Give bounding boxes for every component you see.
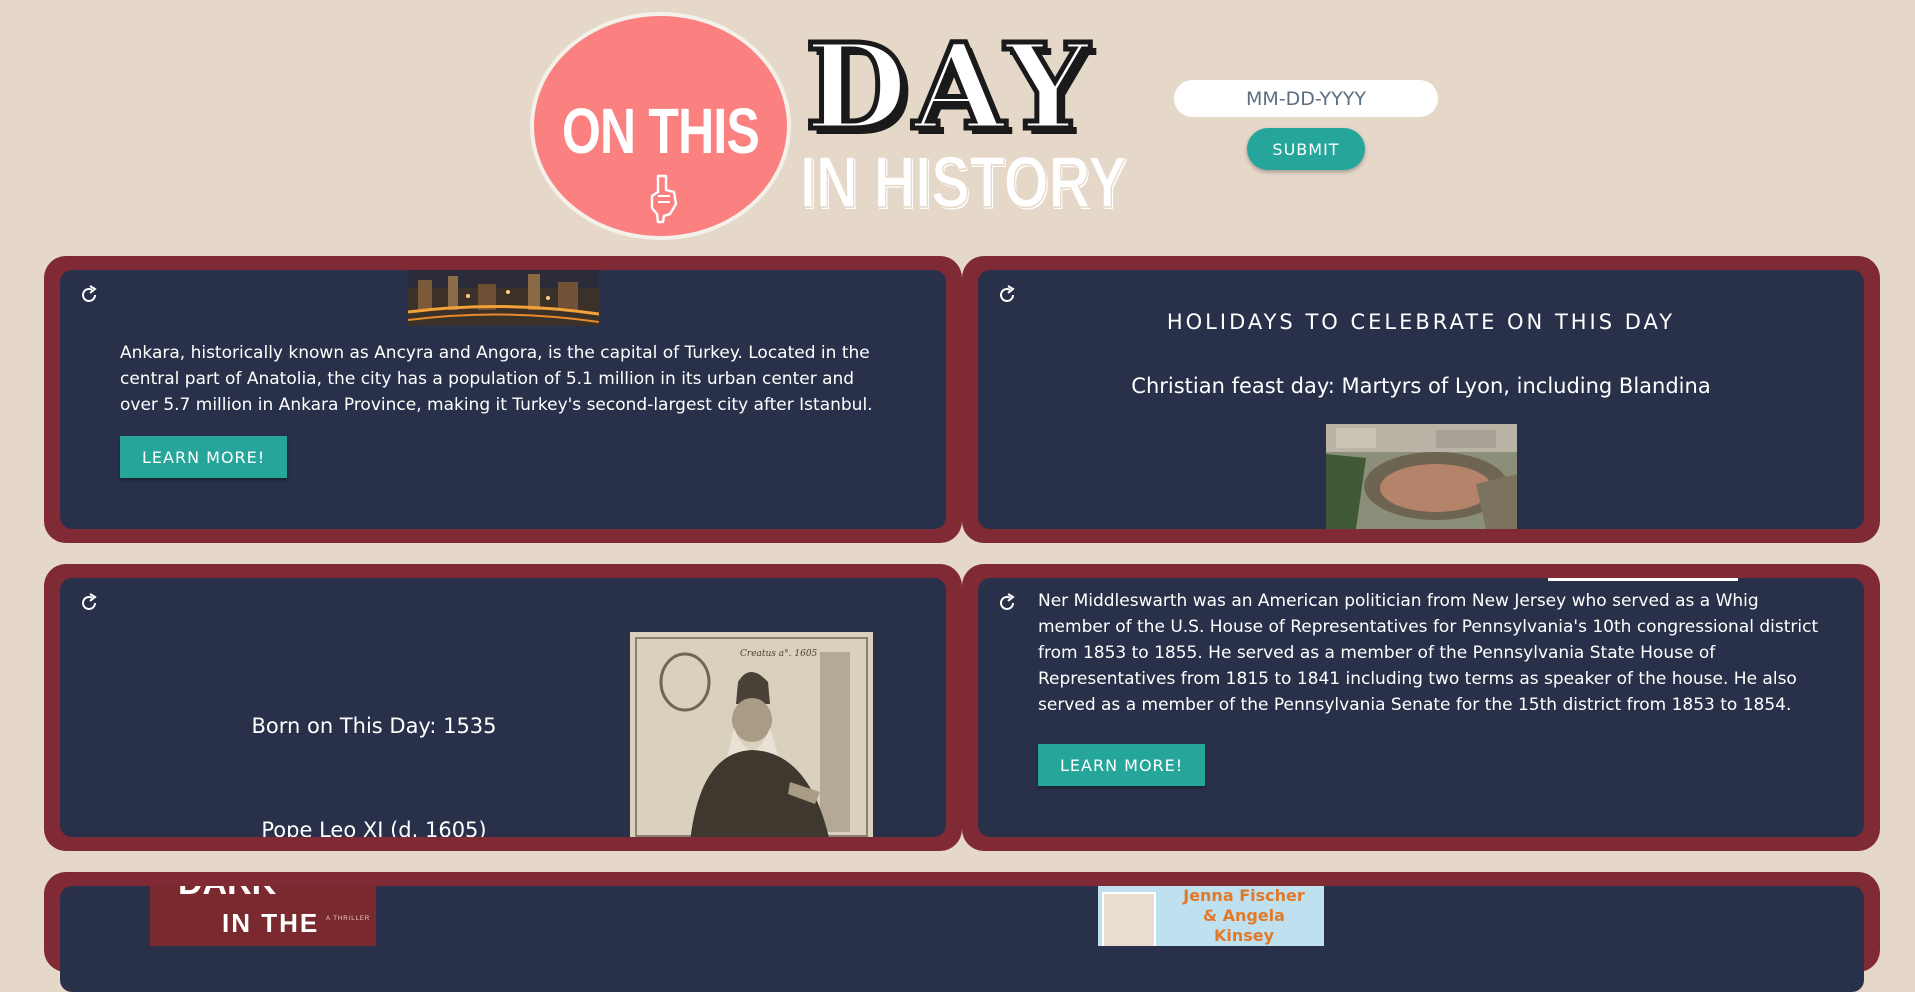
pope-portrait-image: Creatus a°. 1605 <box>630 632 873 837</box>
born-card: Born on This Day: 1535 Pope Leo XI (d. 1… <box>44 564 962 851</box>
logo-day-text: DAY <box>802 17 1096 156</box>
book1-tag: A THRILLER <box>326 916 371 922</box>
place-card: Ankara, historically known as Ancyra and… <box>44 256 962 543</box>
person-description: Ner Middleswarth was an American politic… <box>1038 591 1819 715</box>
person-card: Ner Middleswarth was an American politic… <box>962 564 1880 851</box>
book-cover-2: Jenna Fischer & Angela Kinsey <box>1098 886 1324 946</box>
book1-title-top: DARK <box>178 886 276 903</box>
date-input[interactable] <box>1174 80 1438 117</box>
place-description: Ankara, historically known as Ancyra and… <box>120 343 873 415</box>
logo-circle: ON THIS <box>530 12 791 240</box>
refresh-icon[interactable] <box>996 284 1018 306</box>
logo-in-history-text: IN HISTORY <box>799 142 1127 224</box>
place-card-body: Ankara, historically known as Ancyra and… <box>60 270 946 529</box>
holidays-heading: HOLIDAYS TO CELEBRATE ON THIS DAY <box>1166 310 1676 334</box>
born-person-name: Pope Leo XI (d. 1605) <box>261 818 487 837</box>
person-card-body: Ner Middleswarth was an American politic… <box>978 578 1864 837</box>
refresh-icon[interactable] <box>996 592 1018 614</box>
place-learn-more-button[interactable]: LEARN MORE! <box>120 436 288 478</box>
pointing-hand-icon <box>650 174 678 224</box>
lyon-amphitheatre-image <box>1326 424 1517 529</box>
logo-on-this-text: ON THIS <box>562 95 760 167</box>
refresh-icon[interactable] <box>78 592 100 614</box>
holiday-item: Christian feast day: Martyrs of Lyon, in… <box>1131 374 1711 398</box>
books-card: DARK IN THE A THRILLER Jenna Fischer & A… <box>44 872 1880 992</box>
born-card-body: Born on This Day: 1535 Pope Leo XI (d. 1… <box>60 578 946 837</box>
refresh-icon[interactable] <box>78 284 100 306</box>
books-card-body: DARK IN THE A THRILLER Jenna Fischer & A… <box>60 886 1864 992</box>
book-cover-1: DARK IN THE A THRILLER <box>150 886 376 946</box>
born-title: Born on This Day: 1535 <box>251 714 497 738</box>
submit-button[interactable]: SUBMIT <box>1247 128 1365 170</box>
book2-photo <box>1102 892 1156 946</box>
ankara-city-image <box>408 270 599 326</box>
book1-title-bottom: IN THE <box>222 908 320 938</box>
svg-text:Creatus a°. 1605: Creatus a°. 1605 <box>740 649 818 659</box>
holidays-card: HOLIDAYS TO CELEBRATE ON THIS DAY Christ… <box>962 256 1880 543</box>
person-learn-more-button[interactable]: LEARN MORE! <box>1038 744 1206 786</box>
book2-authors: Jenna Fischer & Angela Kinsey <box>1183 886 1305 945</box>
image-placeholder-line <box>1548 578 1738 581</box>
holidays-card-body: HOLIDAYS TO CELEBRATE ON THIS DAY Christ… <box>978 270 1864 529</box>
